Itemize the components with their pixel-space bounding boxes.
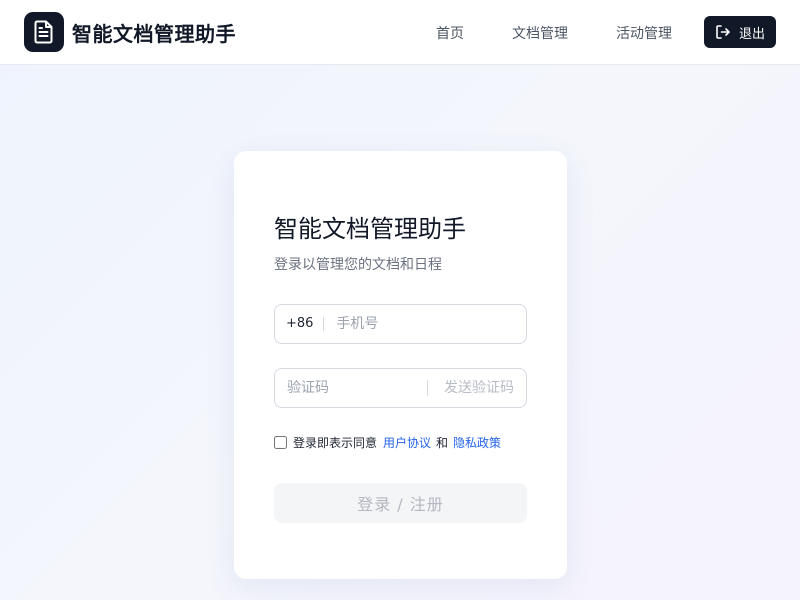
agreement-text: 登录即表示同意: [293, 436, 378, 450]
user-agreement-link[interactable]: 用户协议: [383, 434, 431, 451]
logout-icon: [716, 25, 730, 39]
country-code-prefix[interactable]: +86: [275, 317, 325, 331]
agreement-row: 登录即表示同意 用户协议 和 隐私政策: [274, 434, 501, 451]
top-nav-bar: 智能文档管理助手 首页 文档管理 活动管理 退出: [0, 0, 800, 65]
privacy-policy-link[interactable]: 隐私政策: [453, 434, 501, 451]
verification-code-input[interactable]: [287, 380, 417, 396]
phone-field: +86: [274, 304, 527, 344]
document-icon: [34, 20, 53, 44]
app-title: 智能文档管理助手: [72, 22, 236, 46]
logout-button[interactable]: 退出: [704, 16, 776, 48]
login-subtitle: 登录以管理您的文档和日程: [274, 257, 442, 273]
login-register-button[interactable]: 登录 / 注册: [274, 483, 527, 523]
logout-label: 退出: [738, 26, 765, 42]
agreement-checkbox[interactable]: [274, 436, 287, 449]
login-title: 智能文档管理助手: [274, 215, 466, 243]
send-code-button[interactable]: 发送验证码: [427, 380, 514, 396]
verification-code-field: 发送验证码: [274, 368, 527, 408]
nav-document-management[interactable]: 文档管理: [512, 23, 568, 43]
agreement-and-text: 和: [436, 436, 449, 450]
phone-input[interactable]: [336, 316, 517, 332]
app-logo: [24, 12, 64, 52]
nav-activity-management[interactable]: 活动管理: [616, 23, 672, 43]
login-card: 智能文档管理助手 登录以管理您的文档和日程 +86 发送验证码 登录即表示同意 …: [234, 151, 567, 579]
nav-home[interactable]: 首页: [436, 23, 464, 43]
